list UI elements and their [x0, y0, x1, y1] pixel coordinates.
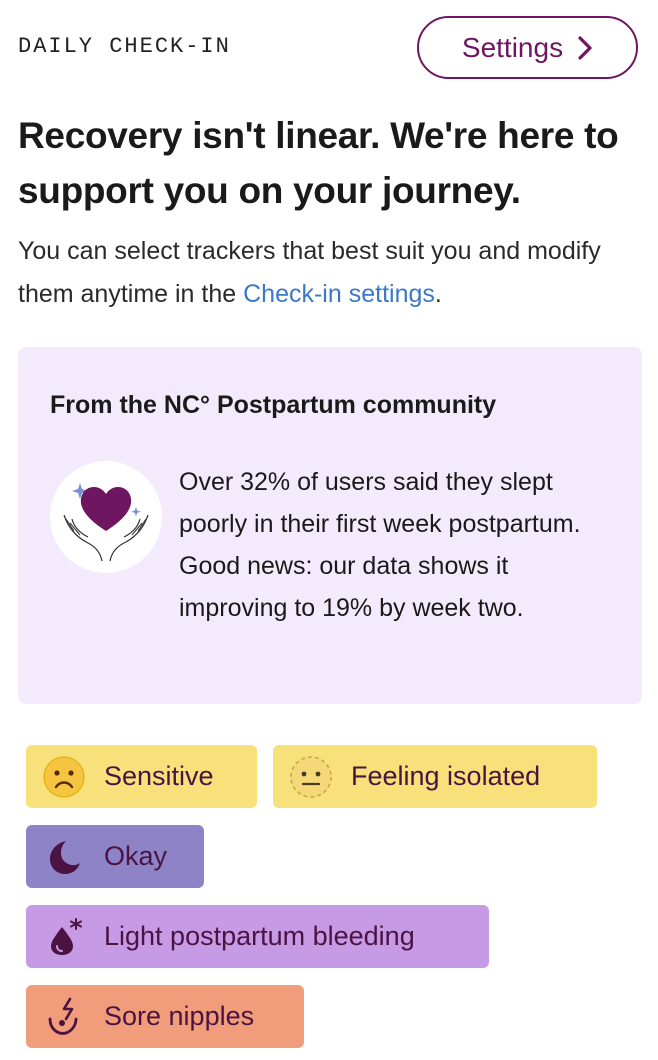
moon-icon	[50, 840, 80, 874]
drop-icon	[51, 917, 82, 955]
settings-button[interactable]: Settings	[417, 16, 638, 79]
sad-face-icon	[43, 756, 85, 797]
page-headline: Recovery isn't linear. We're here to sup…	[18, 115, 619, 211]
tracker-label: Light postpartum bleeding	[104, 921, 415, 951]
tracker-label: Sensitive	[104, 761, 214, 791]
intro-text: You can select trackers that best suit y…	[18, 230, 648, 316]
daily-check-in-screen: DAILY CHECK-IN Settings Recovery isn't l…	[0, 0, 658, 1060]
tracker-label: Okay	[104, 841, 168, 871]
tracker-label: Feeling isolated	[351, 761, 541, 791]
neutral-face-dashed-icon	[290, 755, 332, 798]
tracker-chip-sore-nipples[interactable]: Sore nipples	[26, 985, 304, 1048]
tracker-label: Sore nipples	[104, 1001, 255, 1031]
heart-hands-icon	[50, 461, 162, 573]
settings-button-label: Settings	[461, 31, 564, 63]
tracker-chip-okay[interactable]: Okay	[26, 825, 204, 888]
screen-eyebrow: DAILY CHECK-IN	[18, 34, 231, 59]
intro-text-end: .	[434, 280, 442, 308]
community-insight-card: From the NC° Postpartum community Over 3…	[18, 347, 642, 704]
breast-pain-icon	[48, 997, 78, 1035]
community-card-title: From the NC° Postpartum community	[50, 391, 497, 419]
check-in-settings-link[interactable]: Check-in settings	[243, 280, 435, 308]
chevron-right-icon	[578, 35, 592, 60]
tracker-chip-light-postpartum-bleeding[interactable]: Light postpartum bleeding	[26, 905, 489, 968]
tracker-chip-feeling-isolated[interactable]: Feeling isolated	[273, 745, 597, 808]
tracker-chip-sensitive[interactable]: Sensitive	[26, 745, 257, 808]
community-card-text: Over 32% of users said they slept poorly…	[179, 468, 581, 622]
